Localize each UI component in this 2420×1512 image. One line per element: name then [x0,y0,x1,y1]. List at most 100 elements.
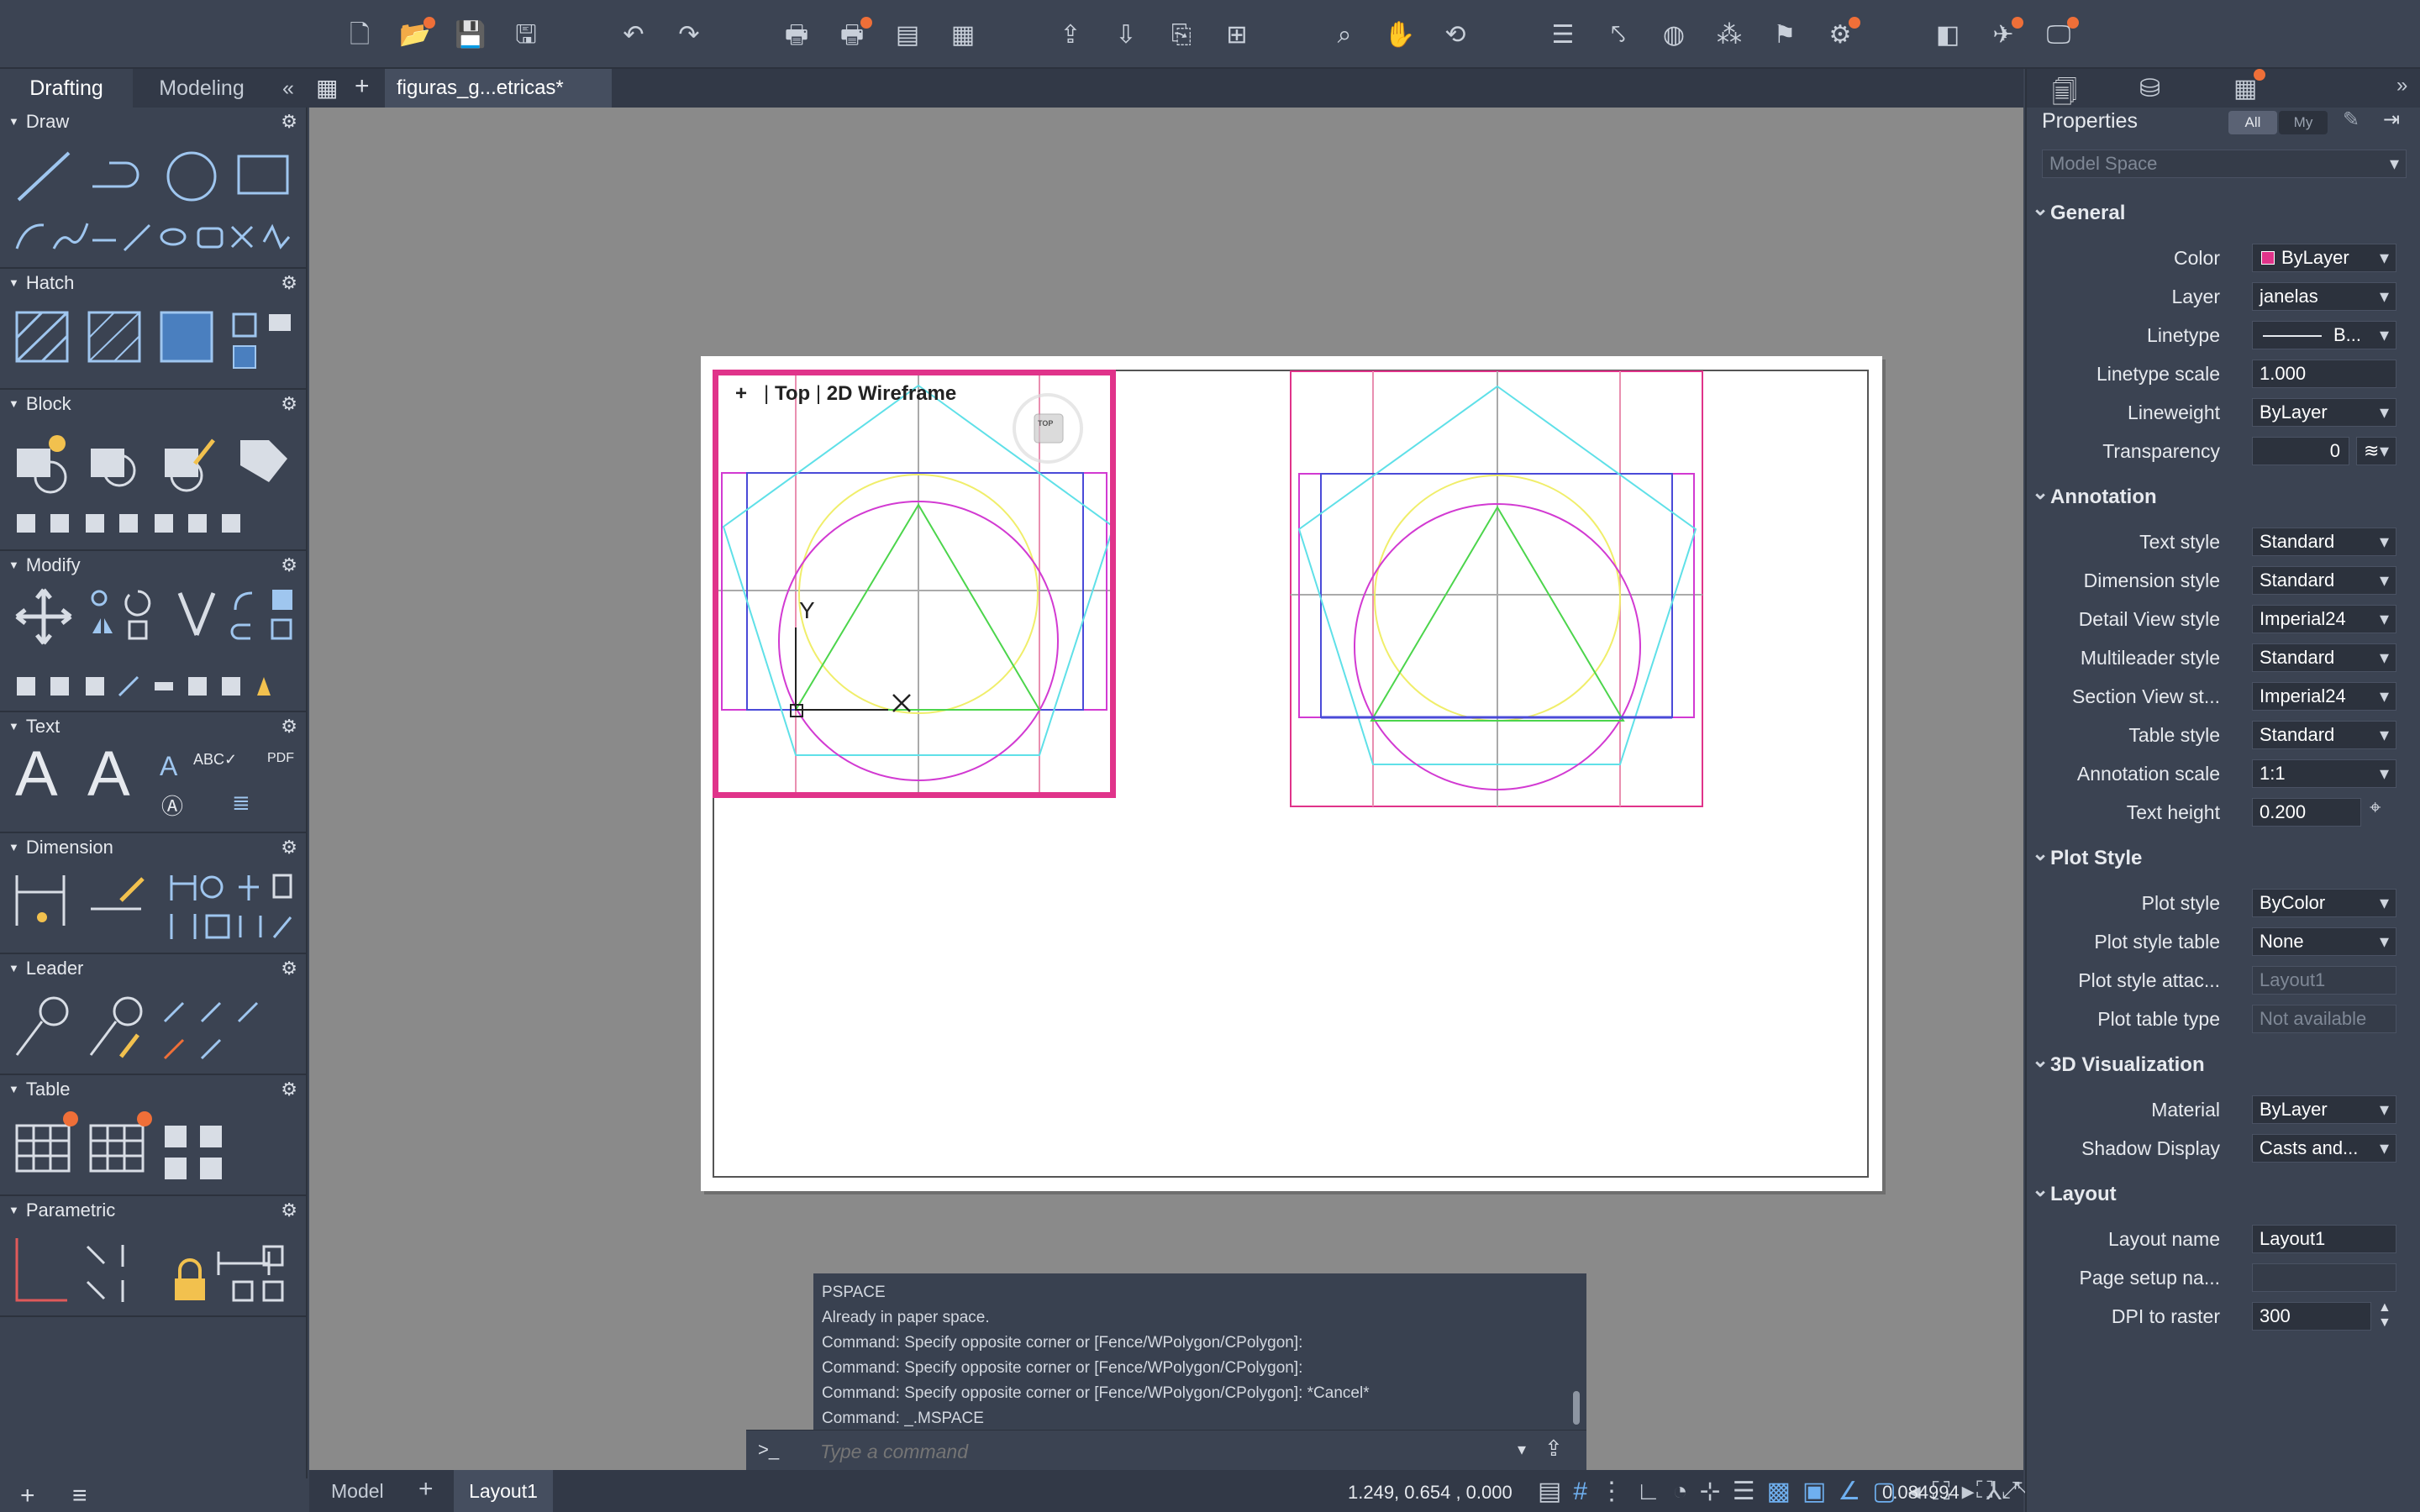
plot-style-table-dropdown[interactable]: None [2252,927,2396,956]
command-input[interactable] [820,1436,1509,1467]
quick-select-icon[interactable]: ✎ [2343,108,2360,132]
material-dropdown[interactable]: ByLayer [2252,1095,2396,1124]
filter-my-button[interactable]: My [2279,111,2328,134]
tab-drafting[interactable]: Drafting [0,69,133,108]
external-references-icon[interactable]: ⚙ [1823,17,1860,52]
draw-section-header[interactable]: Draw [8,111,69,133]
zoom-window-icon[interactable]: ⌕ [1328,18,1361,52]
gear-icon[interactable]: ⚙ [281,837,297,858]
filter-all-button[interactable]: All [2228,111,2277,134]
parametric-section-header[interactable]: Parametric [8,1200,115,1221]
command-prompt-icon[interactable]: >_ [758,1439,779,1461]
start-tab-grid-icon[interactable]: ▦ [316,74,338,102]
section-view-style-dropdown[interactable]: Imperial24 [2252,682,2396,711]
publish-icon[interactable]: ▦ [946,18,980,52]
page-setup-icon[interactable]: ▤ [891,18,924,52]
text-style-icon[interactable]: A [160,751,177,782]
object-snap-icon[interactable]: ⊹ [1700,1478,1733,1505]
tab-modeling[interactable]: Modeling [134,69,269,108]
share-command-icon[interactable]: ⇪ [1544,1436,1563,1462]
text-style-dropdown[interactable]: Standard [2252,528,2396,556]
ortho-icon[interactable]: ∟ [1636,1478,1672,1505]
hatch-section-header[interactable]: Hatch [8,272,74,294]
add-layout-icon[interactable]: + [418,1475,434,1504]
gear-icon[interactable]: ⚙ [281,958,297,979]
dynamic-input-icon[interactable]: ∠ [1838,1478,1872,1505]
blocks-tab-icon[interactable]: ▦ [2233,74,2257,103]
plot-style-dropdown[interactable]: ByColor [2252,889,2396,917]
viewport-controls[interactable]: + | Top | 2D Wireframe [735,382,956,406]
dimension-section-header[interactable]: Dimension [8,837,113,858]
undo-icon[interactable]: ↶ [617,18,650,52]
text-align-icon[interactable]: ≣ [232,790,250,816]
gear-icon[interactable]: ⚙ [281,111,297,133]
layout-name-field[interactable]: Layout1 [2252,1225,2396,1253]
single-line-text-icon[interactable]: A [87,738,130,811]
multileader-style-dropdown[interactable]: Standard [2252,643,2396,672]
transparency-menu[interactable]: ≋ [2356,437,2396,465]
pan-hand-icon[interactable]: ✋ [1383,18,1417,52]
text-section-header[interactable]: Text [8,716,60,738]
lineweight-icon[interactable]: ☰ [1733,1478,1767,1505]
modify-section-header[interactable]: Modify [8,554,81,576]
redo-icon[interactable]: ↷ [672,18,706,52]
visual-style-control[interactable]: 2D Wireframe [827,382,957,405]
selection-cycling-icon[interactable]: ▣ [1802,1478,1838,1505]
batch-plot-icon[interactable]: 🖶 [835,17,872,52]
chevron-down-icon[interactable]: ▾ [1518,1439,1526,1460]
plot-style-section-header[interactable]: Plot Style [2032,842,2142,870]
transparency-icon[interactable]: ▩ [1767,1478,1802,1505]
compare-icon[interactable]: ◧ [1931,18,1965,52]
save-icon[interactable]: 💾 [454,18,487,52]
add-panel-icon[interactable]: + [20,1482,35,1510]
annotation-section-header[interactable]: Annotation [2032,480,2157,509]
find-replace-icon[interactable]: Ⓐ [161,790,183,821]
command-scrollbar[interactable] [1573,1391,1580,1425]
collapse-panel-icon[interactable]: « [269,69,308,108]
save-as-icon[interactable]: 🖫 [509,18,543,52]
viewport-menu-button[interactable]: + [735,382,747,405]
layout-section-header[interactable]: Layout [2032,1178,2117,1206]
display-icon[interactable]: 🖵 [2042,17,2079,52]
leader-section-header[interactable]: Leader [8,958,84,979]
dpi-to-raster-field[interactable]: 300 [2252,1302,2371,1331]
selection-dropdown[interactable]: Model Space [2042,150,2407,178]
clean-screen-icon[interactable]: ⛶ [1976,1477,2002,1503]
properties-icon[interactable]: ☰ [1546,18,1580,52]
dimension-style-dropdown[interactable]: Standard [2252,566,2396,595]
block-section-header[interactable]: Block [8,393,71,415]
pick-point-icon[interactable]: ⌖ [2370,796,2381,820]
viewcube-face-label[interactable]: TOP [1038,419,1053,428]
gear-icon[interactable]: ⚙ [281,554,297,576]
select-objects-icon[interactable]: ⇥ [2383,108,2400,132]
linetype-scale-field[interactable]: 1.000 [2252,360,2396,388]
open-file-icon[interactable]: 📂 [398,17,435,52]
snap-icon[interactable]: ⋮ [1599,1478,1636,1505]
send-icon[interactable]: ✈ [1986,17,2023,52]
gear-icon[interactable]: ⚙ [281,1200,297,1221]
dpi-stepper[interactable]: ▲ ▼ [2378,1300,2391,1331]
layer-states-icon[interactable]: ⁂ [1712,18,1746,52]
export-icon[interactable]: ⇪ [1054,18,1087,52]
linetype-dropdown[interactable]: B... [2252,321,2396,349]
detail-view-style-dropdown[interactable]: Imperial24 [2252,605,2396,633]
table-section-header[interactable]: Table [8,1079,71,1100]
pdf-text-icon[interactable]: PDF [267,751,294,766]
paper-space-icon[interactable]: ▤ [1538,1478,1573,1505]
layer-icon[interactable]: ◍ [1657,18,1691,52]
expand-palette-icon[interactable]: » [2396,74,2407,97]
layer-dropdown[interactable]: janelas [2252,282,2396,311]
multiline-text-icon[interactable]: A [15,738,58,811]
panel-menu-icon[interactable]: ≡ [72,1482,87,1510]
gear-icon[interactable]: ⚙ [281,1079,297,1100]
share-icon[interactable]: ⊞ [1220,18,1254,52]
annotation-scale-dropdown[interactable]: 1:1 [2252,759,2396,788]
coordinates-readout[interactable]: 1.249, 0.654 , 0.000 [1348,1482,1512,1504]
model-tab[interactable]: Model [331,1480,384,1503]
active-viewport[interactable]: + | Top | 2D Wireframe TOP Y [713,370,1116,798]
gear-icon[interactable]: ⚙ [281,716,297,738]
grid-icon[interactable]: # [1573,1478,1599,1505]
attach-icon[interactable]: ⎘ [1165,18,1198,52]
spell-check-icon[interactable]: ABC✓ [193,751,237,769]
polar-icon[interactable]: ◔ [1672,1478,1699,1505]
